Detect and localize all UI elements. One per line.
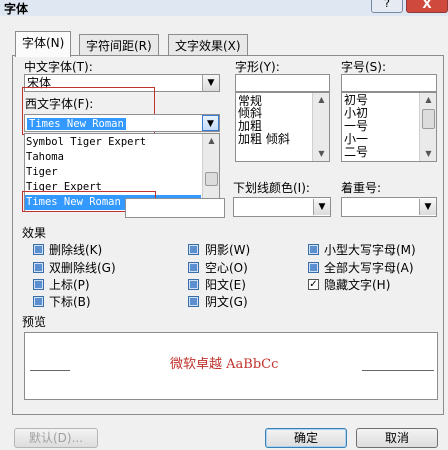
shadow-label: 阴影(W) [205,243,251,257]
preview-sample-text: 微软卓越 AaBbCc [170,357,279,372]
emboss-checkbox[interactable] [188,279,199,290]
font-size-scrollbar[interactable]: ▲ ▼ [419,93,436,161]
subscript-label: 下标(B) [49,295,91,309]
all-caps-checkbox[interactable] [308,262,319,273]
font-style-list[interactable]: 常规 倾斜 加粗 加粗 倾斜 ▲ ▼ [235,92,330,162]
all-caps-label: 全部大写字母(A) [324,261,414,275]
help-button[interactable]: ? [371,0,403,13]
font-size-label: 字号(S): [341,60,387,74]
preview-baseline-right [362,370,434,371]
hidden-text-label: 隐藏文字(H) [324,278,391,292]
preview-baseline-left [30,370,70,371]
font-style-input[interactable] [235,74,330,92]
double-strikethrough-label: 双删除线(G) [49,261,116,275]
engrave-label: 阴文(G) [205,295,248,309]
outline-label: 空心(O) [205,261,248,275]
font-option[interactable]: Tiger [26,165,58,180]
scroll-thumb[interactable] [205,172,218,186]
shadow-checkbox[interactable] [188,244,199,255]
preview-label: 预览 [22,315,47,329]
chevron-down-icon: ▼ [424,202,432,212]
superscript-label: 上标(P) [49,278,90,292]
font-color-combo[interactable] [125,198,225,218]
outline-checkbox[interactable] [188,262,199,273]
emboss-label: 阳文(E) [205,278,246,292]
default-button[interactable]: 默认(D)... [14,428,98,448]
chinese-font-dropdown-button[interactable]: ▼ [202,75,219,91]
tab-spacing[interactable]: 字符间距(R) [79,34,159,56]
close-button[interactable]: X [406,0,448,13]
chevron-down-icon: ▼ [318,202,326,212]
underline-color-label: 下划线颜色(I): [233,181,310,195]
western-font-dropdown-button[interactable]: ▼ [202,115,219,131]
western-font-label: 西文字体(F): [25,97,94,111]
window-title: 字体 [4,2,29,16]
hidden-text-checkbox[interactable]: ✓ [308,279,319,290]
font-option[interactable]: Symbol Tiger Expert [26,135,146,150]
small-caps-checkbox[interactable] [308,244,319,255]
scroll-up-icon[interactable]: ▲ [421,93,436,107]
ok-button[interactable]: 确定 [265,428,347,448]
underline-color-dropdown-button[interactable]: ▼ [313,199,330,215]
small-caps-label: 小型大写字母(M) [324,243,416,257]
strikethrough-checkbox[interactable] [33,244,44,255]
tab-text-effects[interactable]: 文字效果(X) [168,34,248,56]
strikethrough-label: 删除线(K) [49,243,103,257]
effects-group-label: 效果 [22,226,47,240]
engrave-checkbox[interactable] [188,296,199,307]
font-style-label: 字形(Y): [235,60,280,74]
western-font-value: Times New Roman [27,118,126,130]
font-size-input[interactable] [341,74,437,92]
emphasis-dropdown-button[interactable]: ▼ [419,199,436,215]
superscript-checkbox[interactable] [33,279,44,290]
chevron-down-icon: ▼ [207,78,215,88]
scroll-up-icon[interactable]: ▲ [314,93,329,107]
scroll-thumb[interactable] [422,109,435,129]
font-style-option[interactable]: 加粗 倾斜 [238,133,290,146]
font-option[interactable]: Tahoma [26,150,64,165]
double-strikethrough-checkbox[interactable] [33,262,44,273]
cancel-button[interactable]: 取消 [356,428,438,448]
checkmark-icon: ✓ [309,279,318,290]
subscript-checkbox[interactable] [33,296,44,307]
western-font-combo[interactable]: Times New Roman [24,114,220,132]
scroll-up-icon[interactable]: ▲ [204,134,219,148]
tab-font[interactable]: 字体(N) [15,31,72,57]
chevron-down-icon: ▼ [207,119,214,129]
emphasis-label: 着重号: [341,181,382,195]
font-size-list[interactable]: 初号 小初 一号 小一 二号 ▲ ▼ [341,92,437,162]
font-style-scrollbar[interactable]: ▲ ▼ [312,93,329,161]
font-size-option[interactable]: 二号 [344,146,368,159]
scroll-down-icon[interactable]: ▼ [421,147,436,161]
scroll-down-icon[interactable]: ▼ [314,147,329,161]
chinese-font-label: 中文字体(T): [24,60,93,74]
